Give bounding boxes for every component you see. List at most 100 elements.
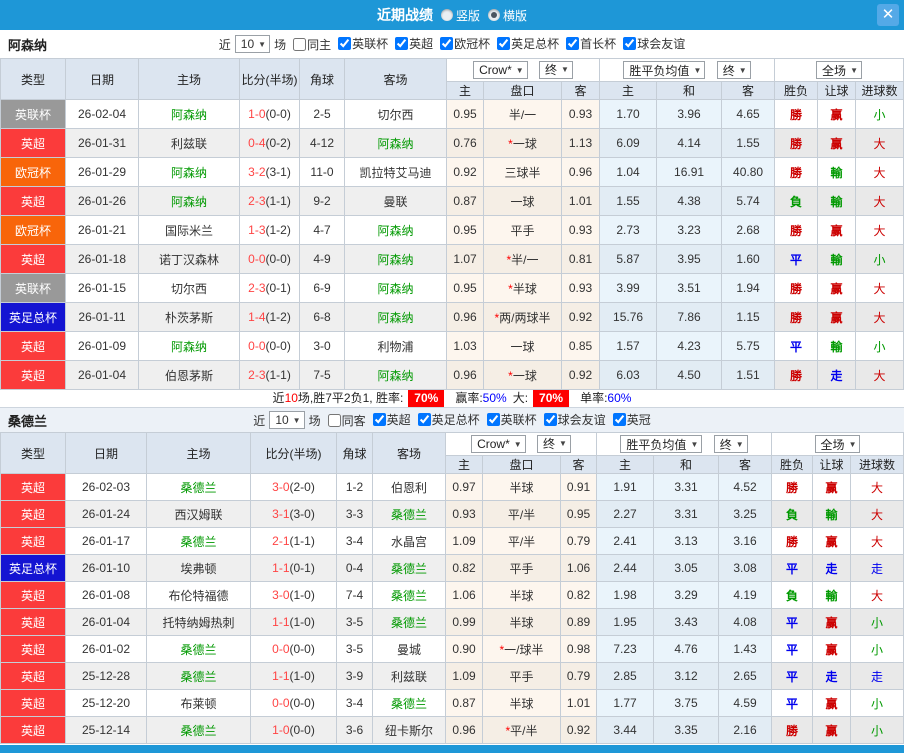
let-ball-cell: 赢: [817, 302, 857, 332]
same-venue-checkbox[interactable]: [293, 37, 307, 51]
goals-cell: 走: [850, 662, 904, 690]
league-type-cell: 欧冠杯: [0, 157, 66, 187]
handicap-cell: 半/一: [483, 99, 562, 129]
avg-home: 2.73: [599, 215, 658, 245]
team-name-sunderland: 桑德兰: [8, 413, 48, 429]
match-count-select[interactable]: 10 ▼: [234, 35, 271, 53]
result-cell: 平: [774, 244, 819, 274]
league-checkbox[interactable]: [612, 413, 626, 426]
avg-draw: 4.38: [656, 186, 723, 216]
match-row: 英足总杯 26-01-10 埃弗顿 1-1(0-1) 0-4 桑德兰 0.82 平手 1.06 2…: [0, 554, 904, 582]
odds-away: 0.92: [560, 302, 601, 332]
result-cell: 勝: [774, 273, 819, 303]
avg-away: 3.16: [718, 527, 773, 555]
goals-cell: 大: [855, 215, 904, 245]
match-count-select[interactable]: 10 ▼: [269, 411, 305, 429]
same-venue-filter[interactable]: 同客: [327, 412, 366, 429]
odds-away: 0.79: [559, 527, 598, 555]
league-checkbox[interactable]: [623, 37, 637, 50]
corner-cell: 7-4: [336, 581, 373, 609]
odds-home: 0.87: [445, 689, 483, 717]
scope-select[interactable]: 全场 ▼: [814, 435, 861, 453]
avg-draw: 3.96: [656, 99, 723, 129]
league-filter[interactable]: 欧冠杯: [440, 35, 490, 52]
league-checkbox[interactable]: [566, 37, 580, 50]
col-away: 客场: [372, 432, 446, 474]
score-cell: 0-4(0-2): [239, 128, 300, 158]
league-checkbox[interactable]: [440, 37, 454, 50]
scope-select[interactable]: 全场 ▼: [816, 61, 862, 79]
odds-away: 0.79: [559, 662, 598, 690]
league-filter[interactable]: 英超: [395, 35, 433, 52]
away-team: 桑德兰: [372, 608, 446, 636]
score-cell: 3-0(1-0): [250, 581, 337, 609]
league-filter[interactable]: 球会友谊: [543, 411, 606, 428]
chevron-down-icon: ▼: [292, 415, 301, 425]
league-type-cell: 英超: [0, 608, 66, 636]
avg-stage-select[interactable]: 终 ▼: [713, 435, 748, 453]
handicap-cell: *半/一: [483, 244, 562, 274]
odds-away: 0.91: [559, 473, 598, 501]
league-checkbox[interactable]: [417, 413, 431, 426]
avg-draw: 3.31: [653, 473, 720, 501]
league-type-cell: 英超: [0, 662, 66, 690]
close-button[interactable]: ✕: [877, 4, 899, 26]
avg-odds-select[interactable]: 胜平负均值 ▼: [620, 435, 703, 453]
avg-home: 7.23: [596, 635, 655, 663]
odds-source-select[interactable]: Crow* ▼: [471, 435, 526, 454]
league-checkbox[interactable]: [372, 413, 386, 426]
goals-cell: 大: [850, 581, 904, 609]
league-checkbox[interactable]: [486, 413, 500, 426]
col-date: 日期: [65, 432, 147, 474]
league-filter[interactable]: 首长杯: [566, 35, 616, 52]
league-checkbox[interactable]: [543, 413, 557, 426]
avg-draw: 4.76: [653, 635, 720, 663]
odds-away: 0.82: [559, 581, 598, 609]
match-date: 26-01-04: [65, 360, 139, 390]
same-venue-checkbox[interactable]: [327, 413, 341, 427]
league-filter[interactable]: 英冠: [612, 411, 651, 428]
avg-draw: 3.31: [653, 500, 720, 528]
league-filter[interactable]: 英足总杯: [497, 35, 559, 52]
home-team: 桑德兰: [146, 662, 251, 690]
goals-cell: 小: [850, 716, 904, 744]
match-date: 26-01-04: [65, 608, 147, 636]
home-team: 阿森纳: [138, 331, 240, 361]
avg-away: 5.75: [721, 331, 776, 361]
league-filter[interactable]: 英超: [372, 411, 411, 428]
same-venue-filter[interactable]: 同主: [293, 36, 331, 53]
home-team: 埃弗顿: [146, 554, 251, 582]
avg-odds-select[interactable]: 胜平负均值 ▼: [623, 61, 706, 79]
league-checkbox[interactable]: [497, 37, 511, 50]
league-type-cell: 欧冠杯: [0, 215, 66, 245]
odds-home: 1.06: [445, 581, 483, 609]
match-row: 欧冠杯 26-01-21 国际米兰 1-3(1-2) 4-7 阿森纳 0.95 平手 0.93 2…: [0, 215, 904, 245]
radio-selected-icon[interactable]: [488, 9, 500, 21]
away-team: 桑德兰: [372, 500, 446, 528]
col-avg-home: 主: [596, 455, 655, 474]
league-filter[interactable]: 英足总杯: [417, 411, 480, 428]
odds-away: 1.06: [559, 554, 598, 582]
handicap-cell: 一球: [483, 186, 562, 216]
league-checkbox[interactable]: [338, 37, 352, 50]
home-team: 阿森纳: [138, 99, 240, 129]
match-date: 26-02-04: [65, 99, 139, 129]
league-checkbox[interactable]: [395, 37, 409, 50]
odds-stage-select[interactable]: 终 ▼: [539, 60, 573, 79]
odds-source-select[interactable]: Crow* ▼: [473, 61, 528, 80]
view-horizontal-option[interactable]: 横版: [488, 7, 527, 24]
let-ball-cell: 赢: [817, 215, 857, 245]
match-date: 25-12-14: [65, 716, 147, 744]
avg-draw: 3.95: [656, 244, 723, 274]
radio-unselected-icon[interactable]: [440, 9, 453, 21]
odds-stage-select[interactable]: 终 ▼: [537, 434, 571, 453]
league-filter[interactable]: 英联杯: [486, 411, 537, 428]
avg-stage-select[interactable]: 终 ▼: [716, 61, 751, 79]
odds-home: 0.76: [446, 128, 484, 158]
score-cell: 2-1(1-1): [250, 527, 337, 555]
match-date: 26-01-31: [65, 128, 139, 158]
league-filter[interactable]: 球会友谊: [623, 35, 685, 52]
avg-home: 1.95: [596, 608, 655, 636]
league-filter[interactable]: 英联杯: [338, 35, 388, 52]
view-vertical-option[interactable]: 竖版: [440, 7, 480, 24]
